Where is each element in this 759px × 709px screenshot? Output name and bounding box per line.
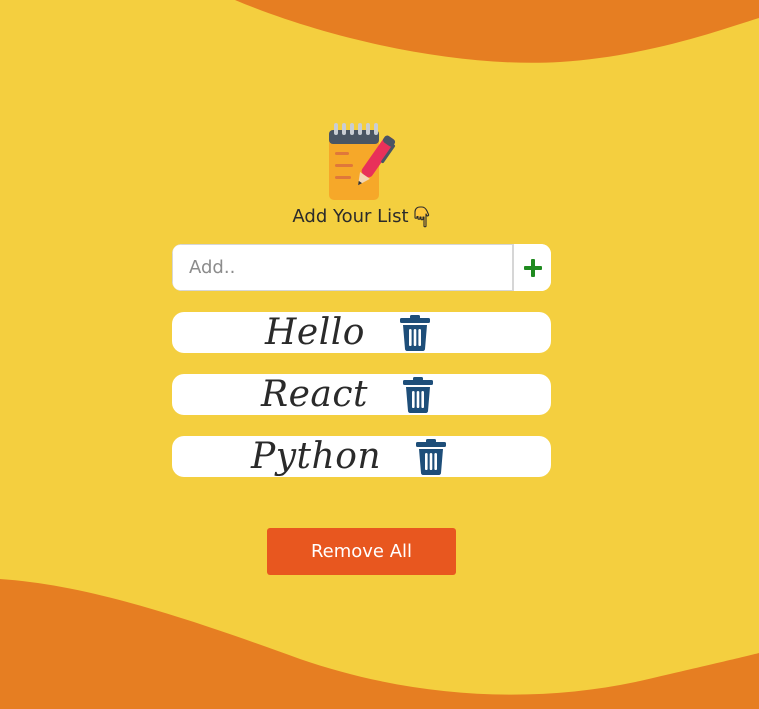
todo-app: Add Your List Hello React — [172, 120, 551, 477]
heading-text: Add Your List — [292, 206, 409, 227]
add-item-input[interactable] — [172, 244, 513, 291]
trash-icon[interactable] — [399, 314, 431, 351]
add-item-button[interactable] — [513, 244, 551, 291]
trash-icon[interactable] — [415, 438, 447, 475]
page-heading: Add Your List — [172, 204, 551, 230]
hand-pointing-down-icon — [414, 206, 429, 228]
todo-item: Hello — [172, 312, 551, 353]
todo-item: Python — [172, 436, 551, 477]
trash-icon[interactable] — [402, 376, 434, 413]
todo-item-label: Hello — [265, 312, 365, 353]
todo-item-label: Python — [251, 436, 382, 477]
remove-all-button[interactable]: Remove All — [267, 528, 456, 575]
plus-icon — [523, 258, 542, 277]
top-wave — [235, 0, 759, 63]
add-item-row — [172, 244, 551, 291]
todo-item: React — [172, 374, 551, 415]
bottom-wave — [0, 579, 759, 709]
notepad-pen-icon — [328, 123, 395, 200]
todo-item-label: React — [261, 374, 369, 415]
